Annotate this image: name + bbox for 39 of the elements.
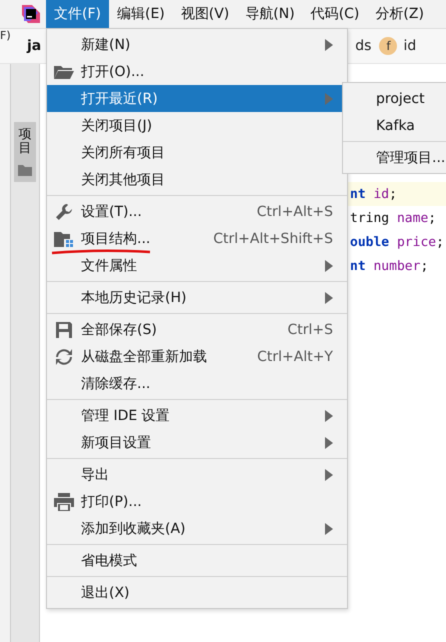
menu-item[interactable]: 项目结构... Ctrl+Alt+Shift+S (47, 225, 347, 252)
menu-title[interactable]: 代码(C) (302, 0, 368, 28)
folder-grid-icon (54, 230, 74, 246)
folder-icon (18, 164, 32, 176)
menu-item[interactable]: 新项目设置 (47, 429, 347, 456)
code-line: tring name; (349, 210, 438, 228)
menu-item[interactable]: 添加到收藏夹(A) (47, 515, 347, 542)
field-badge: f (379, 37, 398, 55)
menu-title[interactable]: 分析(Z) (367, 0, 432, 28)
menu-item[interactable]: 管理 IDE 设置 (47, 402, 347, 429)
menu-item[interactable]: 打印(P)... (47, 488, 347, 515)
menu-item[interactable]: Kafka (343, 112, 446, 139)
menu-item[interactable]: 省电模式 (47, 547, 347, 574)
menu-title[interactable]: 视图(V) (172, 0, 238, 28)
menu-item[interactable]: 退出(X) (47, 579, 347, 606)
reload-icon (55, 348, 73, 366)
menu-item[interactable]: 设置(T)... Ctrl+Alt+S (47, 198, 347, 225)
menu-title[interactable]: 导航(N) (237, 0, 303, 28)
menu-item[interactable]: 全部保存(S) Ctrl+S (47, 316, 347, 343)
breadcrumb-item[interactable]: ds (355, 38, 372, 54)
folder-icon (54, 64, 74, 78)
editor-tab[interactable]: ja (27, 38, 42, 54)
menu-item[interactable]: 本地历史记录(H) (47, 284, 347, 311)
menu-item[interactable]: 从磁盘全部重新加载 Ctrl+Alt+Y (47, 343, 347, 370)
printer-icon (54, 492, 74, 510)
menu-title[interactable]: 文件(F) (46, 0, 109, 28)
cut-text: F) (0, 29, 12, 42)
project-tool-tab[interactable]: 项目 (14, 122, 36, 182)
menu-item[interactable]: 文件属性 (47, 252, 347, 279)
menu-item[interactable]: 新建(N) (47, 31, 347, 58)
code-line: ouble price; (349, 234, 445, 252)
wrench-icon (55, 202, 73, 220)
code-line: nt number; (349, 258, 430, 276)
menu-title[interactable]: 编辑(E) (108, 0, 173, 28)
menu-item[interactable]: 清除缓存... (47, 370, 347, 397)
menu-item[interactable]: 打开(O)... (47, 58, 347, 85)
menu-item[interactable]: 导出 (47, 461, 347, 488)
app-logo-icon[interactable] (22, 5, 40, 23)
breadcrumb-item[interactable]: id (403, 38, 416, 54)
